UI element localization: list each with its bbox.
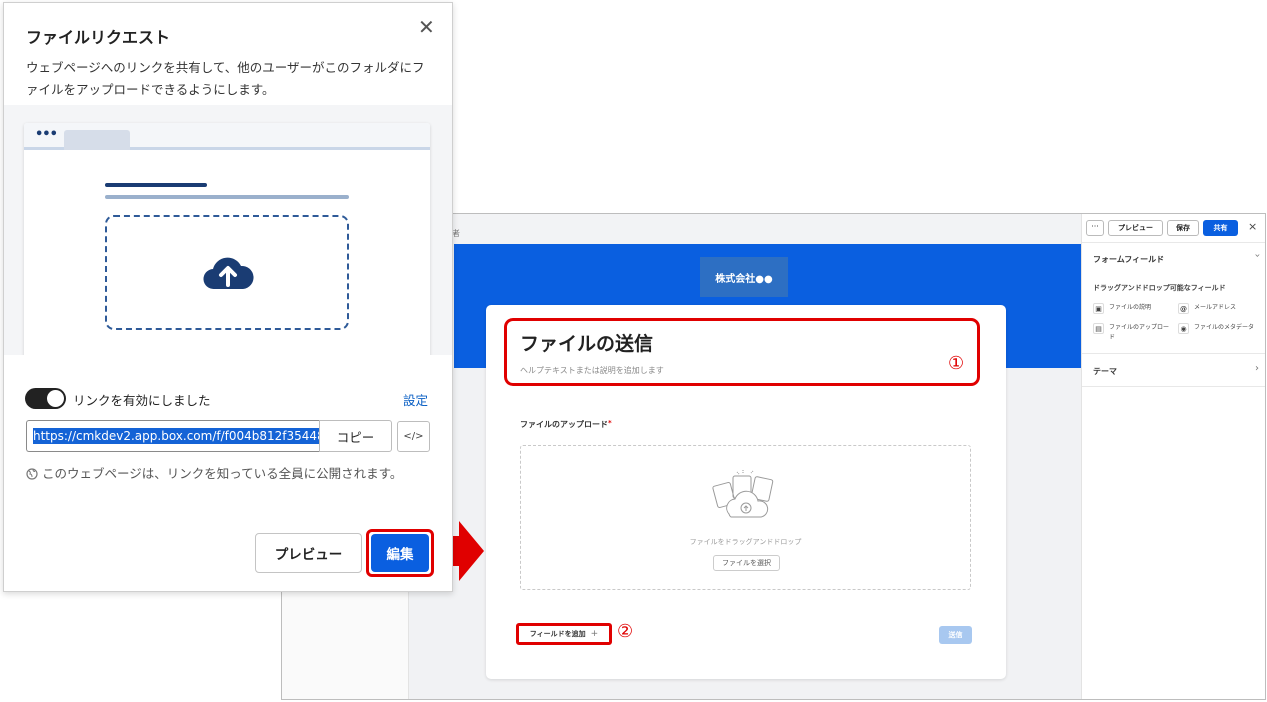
add-field-button[interactable]: フィールドを追加 +	[516, 623, 612, 645]
file-request-dialog: ファイルリクエスト ✕ ウェブページへのリンクを共有して、他のユーザーがこのフォ…	[3, 2, 453, 592]
edit-button[interactable]: 編集	[371, 534, 429, 572]
browser-tab	[64, 130, 130, 150]
description-icon: ▣	[1093, 303, 1104, 314]
link-toggle[interactable]	[25, 388, 66, 409]
globe-icon	[26, 468, 38, 480]
embed-code-button[interactable]: </>	[397, 421, 430, 452]
toggle-label: リンクを有効にしました	[73, 393, 211, 408]
illustration: •••	[4, 105, 452, 363]
settings-link[interactable]: 設定	[403, 390, 428, 409]
editor-toolbar: ··· プレビュー 保存 共有 ×	[1082, 214, 1265, 242]
required-mark: *	[608, 419, 612, 427]
dialog-title: ファイルリクエスト	[26, 28, 171, 47]
plus-icon: +	[590, 629, 599, 639]
file-icon: ▤	[1093, 323, 1104, 334]
close-icon[interactable]: ✕	[418, 15, 435, 39]
close-icon[interactable]: ×	[1248, 220, 1257, 233]
choose-file-button[interactable]: ファイルを選択	[713, 555, 780, 571]
chevron-down-icon[interactable]: ›	[1252, 254, 1263, 258]
submit-button[interactable]: 送信	[939, 626, 972, 644]
public-notice: このウェブページは、リンクを知っている全員に公開されます。	[42, 466, 403, 481]
marker-1: ①	[948, 353, 965, 374]
marker-2: ②	[617, 621, 634, 642]
field-item-file-metadata[interactable]: ◉ ファイルのメタデータ	[1178, 323, 1264, 334]
preview-button[interactable]: プレビュー	[1108, 220, 1163, 236]
highlight-box-1	[504, 318, 980, 386]
field-item-email[interactable]: @ メールアドレス	[1178, 303, 1264, 314]
files-cloud-icon	[712, 470, 774, 518]
preview-button[interactable]: プレビュー	[255, 533, 362, 573]
theme-section[interactable]: テーマ ›	[1082, 354, 1265, 387]
text-line	[105, 195, 349, 199]
form-fields-section: フォームフィールド › ドラッグアンドドロップ可能なフィールド ▣ ファイルの説…	[1082, 242, 1265, 354]
add-field-label: フィールドを追加	[529, 630, 586, 638]
upload-area-illustration	[105, 215, 349, 330]
cloud-upload-icon	[203, 257, 254, 290]
chevron-right-icon: ›	[1255, 363, 1259, 374]
title-line	[105, 183, 207, 187]
url-field[interactable]: https://cmkdev2.app.box.com/f/f004b812f3…	[26, 420, 320, 452]
breadcrumb: 者	[452, 229, 460, 238]
company-logo[interactable]: 株式会社●●	[700, 257, 788, 297]
draggable-fields-label: ドラッグアンドドロップ可能なフィールド	[1093, 284, 1226, 292]
share-button[interactable]: 共有	[1203, 220, 1238, 236]
field-item-file-description[interactable]: ▣ ファイルの説明	[1093, 303, 1179, 314]
file-dropzone[interactable]: ファイルをドラッグアンドドロップ ファイルを選択	[520, 445, 971, 590]
dialog-bottom: リンクを有効にしました 設定 https://cmkdev2.app.box.c…	[4, 355, 452, 591]
theme-header: テーマ	[1093, 367, 1117, 376]
browser-illustration: •••	[24, 123, 430, 363]
field-item-file-upload[interactable]: ▤ ファイルのアップロード	[1093, 323, 1173, 343]
editor-side-panel: ··· プレビュー 保存 共有 × フォームフィールド › ドラッグアンドドロッ…	[1081, 214, 1265, 699]
more-options-button[interactable]: ···	[1086, 220, 1104, 236]
copy-button[interactable]: コピー	[319, 420, 392, 452]
save-button[interactable]: 保存	[1167, 220, 1199, 236]
dropzone-text: ファイルをドラッグアンドドロップ	[689, 538, 802, 546]
form-fields-header[interactable]: フォームフィールド	[1093, 254, 1164, 265]
upload-field-label: ファイルのアップロード*	[520, 419, 612, 429]
metadata-icon: ◉	[1178, 323, 1189, 334]
dialog-description: ウェブページへのリンクを共有して、他のユーザーがこのフォルダにファイルをアップロ…	[26, 60, 425, 97]
at-sign-icon: @	[1178, 303, 1189, 314]
form-card: ファイルの送信 ヘルプテキストまたは説明を追加します ① ファイルのアップロード…	[486, 305, 1006, 679]
dots-icon: •••	[35, 127, 58, 142]
